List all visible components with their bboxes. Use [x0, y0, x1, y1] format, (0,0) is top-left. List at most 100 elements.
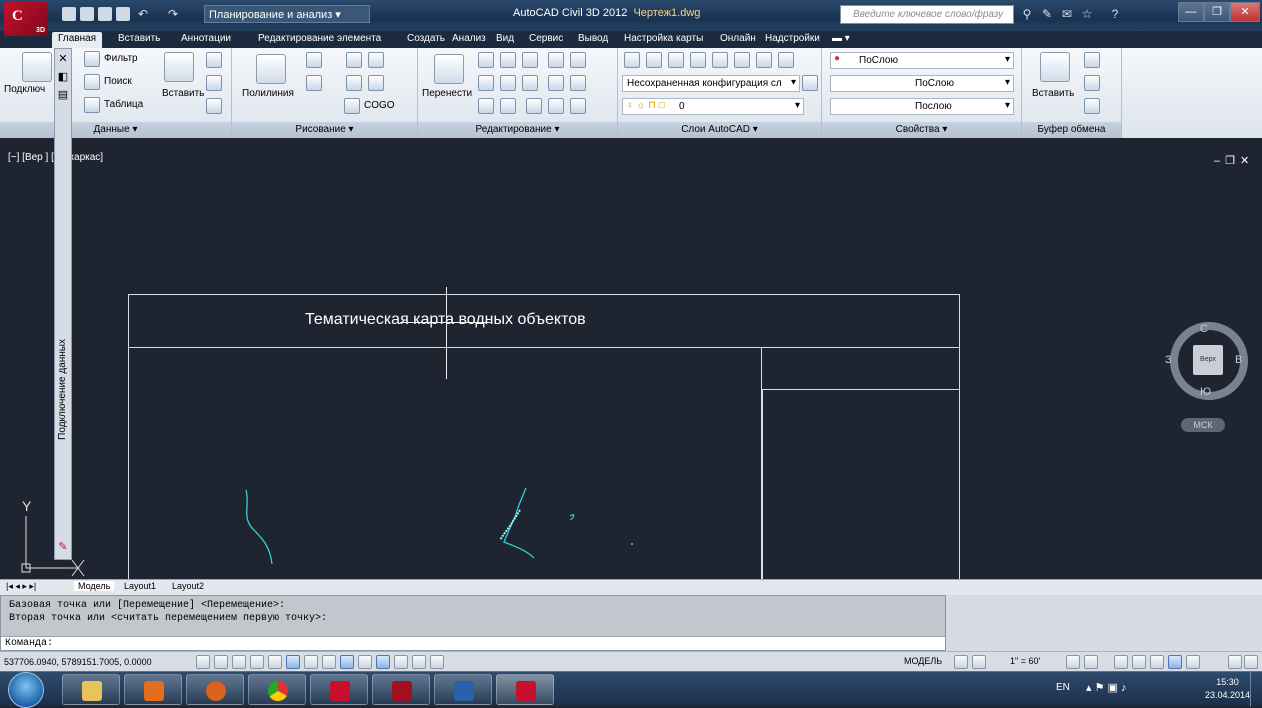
dyn-icon[interactable]	[358, 655, 372, 669]
paste-icon[interactable]	[1040, 52, 1070, 82]
palette-properties-icon[interactable]: ▤	[57, 89, 69, 101]
style-icon[interactable]	[206, 52, 222, 68]
tray-settings-icon[interactable]	[1186, 655, 1200, 669]
line-icon[interactable]	[346, 52, 362, 68]
polyline-icon[interactable]	[256, 54, 286, 84]
copy-clip-icon[interactable]	[1084, 52, 1100, 68]
tab-tools[interactable]: Сервис	[529, 33, 563, 44]
minimize-button[interactable]: —	[1178, 2, 1204, 22]
layer-props-icon[interactable]	[624, 52, 640, 68]
favorites-icon[interactable]: ☆	[1080, 7, 1094, 21]
move-icon[interactable]	[434, 54, 464, 84]
redo-icon[interactable]: ↷	[166, 7, 180, 21]
annotation-scale[interactable]: 1" = 60'	[1010, 656, 1040, 666]
layout-view-icon[interactable]	[954, 655, 968, 669]
tab-addins[interactable]: Надстройки	[765, 33, 820, 44]
tab-layout1[interactable]: Layout1	[124, 581, 156, 591]
language-indicator[interactable]: EN	[1056, 682, 1070, 693]
table-label[interactable]: Таблица	[104, 99, 143, 110]
taskbar-explorer[interactable]	[62, 674, 120, 705]
layer-unisolate-icon[interactable]	[690, 52, 706, 68]
database-icon[interactable]	[22, 52, 52, 82]
erase-icon[interactable]	[570, 75, 586, 91]
tab-output[interactable]: Вывод	[578, 33, 608, 44]
taskbar-word[interactable]	[434, 674, 492, 705]
rectangle-icon[interactable]	[346, 75, 362, 91]
panel-props-title[interactable]: Свойства ▾	[822, 122, 1021, 138]
layer-state-select[interactable]: Несохраненная конфигурация сл	[622, 75, 800, 92]
explode-icon[interactable]	[548, 75, 564, 91]
tab-view[interactable]: Вид	[496, 33, 514, 44]
break-icon[interactable]	[478, 98, 494, 114]
subscription-icon[interactable]: ✎	[1040, 7, 1054, 21]
array-icon[interactable]	[548, 52, 564, 68]
print-icon[interactable]	[116, 7, 130, 21]
palette-close-icon[interactable]: ✕	[57, 53, 69, 65]
cogo-icon[interactable]	[344, 98, 360, 114]
panel-clipboard-title[interactable]: Буфер обмена	[1022, 122, 1121, 138]
panel-layers-title[interactable]: Слои AutoCAD ▾	[618, 122, 821, 138]
tab-home[interactable]: Главная	[52, 32, 103, 48]
tab-nav-arrows[interactable]: |◂ ◂ ▸ ▸|	[6, 581, 36, 592]
tab-map-setup[interactable]: Настройка карты	[624, 33, 703, 44]
brush-icon[interactable]	[570, 98, 586, 114]
tray-icons[interactable]: ▴ ⚑ ▣ ♪	[1086, 681, 1126, 694]
ducs-icon[interactable]	[340, 655, 354, 669]
panel-data-title[interactable]: Данные ▾	[0, 122, 231, 138]
open-icon[interactable]	[80, 7, 94, 21]
show-desktop-button[interactable]	[1250, 672, 1262, 707]
layer-match-icon[interactable]	[646, 52, 662, 68]
rotate-icon[interactable]	[500, 52, 516, 68]
filter-label[interactable]: Фильтр	[104, 53, 138, 64]
drawing-canvas[interactable]: [−] [Вер ] [2D каркас] –❐✕ Тематическая …	[0, 146, 1262, 579]
auto-scale-icon[interactable]	[1084, 655, 1098, 669]
model-toggle[interactable]: МОДЕЛЬ	[904, 656, 942, 666]
command-input[interactable]: Команда:	[1, 636, 945, 650]
filter-icon[interactable]	[84, 51, 100, 67]
infer-icon[interactable]	[196, 655, 210, 669]
insert-label[interactable]: Вставить	[162, 88, 204, 99]
scale-icon[interactable]	[526, 98, 542, 114]
layer-off-icon[interactable]	[734, 52, 750, 68]
stretch-icon[interactable]	[522, 75, 538, 91]
insert-data-icon[interactable]	[164, 52, 194, 82]
tab-analyze[interactable]: Анализ	[452, 33, 486, 44]
tab-extra-icon[interactable]: ▬ ▾	[832, 33, 850, 44]
fillet-icon[interactable]	[500, 75, 516, 91]
trim-icon[interactable]	[522, 52, 538, 68]
compass-north[interactable]: С	[1200, 323, 1208, 335]
osnap-icon[interactable]	[286, 655, 300, 669]
chamfer-icon[interactable]	[548, 98, 564, 114]
layer-state-icon[interactable]	[802, 75, 818, 91]
tab-online[interactable]: Онлайн	[720, 33, 756, 44]
polyline-label[interactable]: Полилиния	[242, 88, 294, 99]
hatch-icon[interactable]	[368, 52, 384, 68]
circle-icon[interactable]	[306, 75, 322, 91]
tab-layout2[interactable]: Layout2	[172, 581, 204, 591]
layer-walk-icon[interactable]	[778, 52, 794, 68]
search-input[interactable]: Введите ключевое слово/фразу	[840, 5, 1014, 24]
data-connect-palette[interactable]: ✕ ◧ ▤ Подключение данных ✎	[54, 48, 72, 560]
search-icon[interactable]	[84, 74, 100, 90]
taskbar-civil3d-active[interactable]	[496, 674, 554, 705]
tab-modify[interactable]: Редактирование элемента	[258, 33, 381, 44]
polygon-icon[interactable]	[368, 75, 384, 91]
compass-west[interactable]: З	[1165, 354, 1172, 366]
taskbar-civil3d[interactable]	[310, 674, 368, 705]
compass-east[interactable]: В	[1235, 354, 1242, 366]
export-icon[interactable]	[206, 98, 222, 114]
linetype-select[interactable]: ПоСлою	[830, 75, 1014, 92]
offset-icon[interactable]	[570, 52, 586, 68]
isolate-objects-icon[interactable]	[1168, 655, 1182, 669]
ucs-menu[interactable]: МСК	[1181, 418, 1225, 432]
taskbar-chrome[interactable]	[248, 674, 306, 705]
match-props-icon[interactable]	[1084, 98, 1100, 114]
coordinates-readout[interactable]: 537706.0940, 5789151.7005, 0.0000	[4, 657, 152, 667]
binoculars-icon[interactable]: ⚲	[1020, 7, 1034, 21]
panel-edit-title[interactable]: Редактирование ▾	[418, 122, 617, 138]
grid-icon[interactable]	[232, 655, 246, 669]
undo-icon[interactable]: ↶	[136, 7, 150, 21]
communication-icon[interactable]: ✉	[1060, 7, 1074, 21]
save-icon[interactable]	[98, 7, 112, 21]
start-button[interactable]	[8, 672, 44, 708]
